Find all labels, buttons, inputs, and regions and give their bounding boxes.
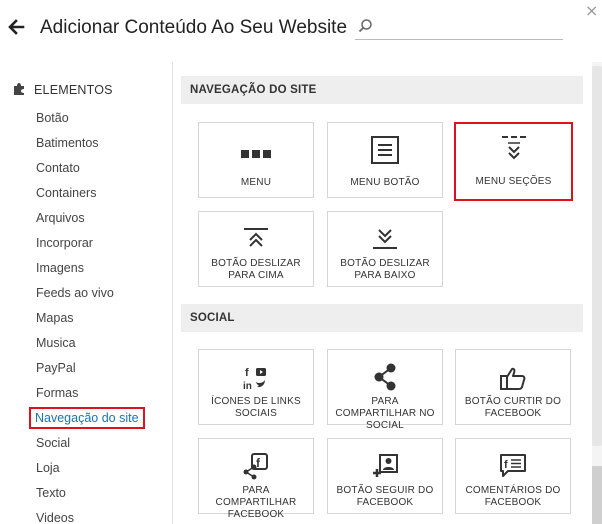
menu-dots-icon [199, 139, 313, 169]
sidebar-item-label: Batimentos [36, 136, 99, 150]
svg-text:f: f [245, 367, 249, 379]
card-label: BOTÃO DESLIZAR PARA BAIXO [340, 258, 430, 281]
sidebar-item-social[interactable]: Social [36, 432, 145, 457]
sidebar-item-label: Loja [36, 461, 60, 475]
search-input[interactable] [377, 16, 561, 36]
card-label: BOTÃO SEGUIR DO FACEBOOK [336, 485, 434, 508]
sidebar-item-loja[interactable]: Loja [36, 457, 145, 482]
sidebar-item-musica[interactable]: Musica [36, 332, 145, 357]
card-label: BOTÃO DESLIZAR PARA CIMA [211, 258, 301, 281]
sidebar-item-label: Containers [36, 186, 97, 200]
sidebar-header: ELEMENTOS [12, 82, 113, 98]
card-label: PARA COMPARTILHAR NO SOCIAL [335, 396, 435, 431]
share-icon [328, 362, 442, 392]
svg-text:f: f [504, 459, 508, 471]
card-label: PARA COMPARTILHAR FACEBOOK [215, 485, 297, 520]
card-menu-button[interactable]: MENU BOTÃO [327, 122, 443, 198]
scrollbar-thumb[interactable] [592, 66, 602, 446]
sidebar-item-containers[interactable]: Containers [36, 182, 145, 207]
card-scroll-up[interactable]: BOTÃO DESLIZAR PARA CIMA [198, 211, 314, 287]
sidebar-item-label: Formas [36, 386, 79, 400]
sidebar-item-mapas[interactable]: Mapas [36, 307, 145, 332]
card-label: BOTÃO CURTIR DO FACEBOOK [464, 396, 562, 419]
sidebar-item-botao[interactable]: Botão [36, 107, 145, 132]
svg-text:f: f [256, 456, 261, 470]
sidebar-item-label: Incorporar [36, 236, 93, 250]
card-label: MENU BOTÃO [350, 177, 420, 188]
sidebar-item-navegacao[interactable]: Navegação do site [29, 407, 145, 432]
scroll-down-icon [328, 224, 442, 254]
card-share-social[interactable]: PARA COMPARTILHAR NO SOCIAL [327, 349, 443, 431]
sidebar-item-label: Navegação do site [29, 407, 145, 429]
card-label: MENU [240, 177, 272, 188]
card-facebook-comments[interactable]: f COMENTÁRIOS DO FACEBOOK [455, 438, 571, 514]
sidebar-item-label: PayPal [36, 361, 76, 375]
section-title-social: SOCIAL [181, 304, 583, 332]
sidebar-item-paypal[interactable]: PayPal [36, 357, 145, 382]
card-facebook-follow[interactable]: BOTÃO SEGUIR DO FACEBOOK [327, 438, 443, 514]
thumbs-up-icon [456, 364, 570, 394]
facebook-share-icon: f [199, 451, 313, 481]
search-icon [358, 19, 372, 33]
sidebar-item-label: Social [36, 436, 71, 450]
sidebar-item-videos[interactable]: Videos [36, 507, 145, 524]
scroll-up-icon [199, 224, 313, 254]
card-label: COMENTÁRIOS DO FACEBOOK [465, 485, 561, 508]
section-title-nav: NAVEGAÇÃO DO SITE [181, 76, 583, 104]
sidebar-item-label: Videos [36, 511, 74, 524]
sidebar-item-incorporar[interactable]: Incorporar [36, 232, 145, 257]
sidebar-list: Botão Batimentos Contato Containers Arqu… [29, 107, 145, 524]
page-title: Adicionar Conteúdo Ao Seu Website [40, 17, 348, 38]
sidebar-item-texto[interactable]: Texto [36, 482, 145, 507]
sidebar-item-label: Contato [36, 161, 80, 175]
search-box[interactable] [355, 14, 563, 40]
sidebar-header-label: ELEMENTOS [34, 83, 113, 97]
card-label: MENU SEÇÕES [475, 176, 552, 187]
puzzle-icon [14, 83, 24, 95]
header: Adicionar Conteúdo Ao Seu Website × [0, 0, 602, 62]
sidebar-item-label: Musica [36, 336, 76, 350]
facebook-comments-icon: f [456, 451, 570, 481]
card-scroll-down[interactable]: BOTÃO DESLIZAR PARA BAIXO [327, 211, 443, 287]
sidebar-item-arquivos[interactable]: Arquivos [36, 207, 145, 232]
sidebar-item-label: Botão [36, 111, 69, 125]
close-icon[interactable]: × [585, 3, 599, 19]
card-menu[interactable]: MENU [198, 122, 314, 198]
back-arrow-icon[interactable] [6, 17, 26, 37]
sidebar-item-contato[interactable]: Contato [36, 157, 145, 182]
sidebar-item-label: Feeds ao vivo [36, 286, 114, 300]
sidebar: ELEMENTOS Botão Batimentos Contato Conta… [0, 62, 172, 524]
sidebar-item-feeds[interactable]: Feeds ao vivo [36, 282, 145, 307]
sidebar-item-imagens[interactable]: Imagens [36, 257, 145, 282]
facebook-follow-icon [328, 451, 442, 481]
sidebar-item-batimentos[interactable]: Batimentos [36, 132, 145, 157]
scrollbar-lower[interactable] [592, 466, 602, 524]
sidebar-item-label: Texto [36, 486, 66, 500]
sidebar-item-label: Arquivos [36, 211, 85, 225]
sidebar-item-label: Imagens [36, 261, 84, 275]
sidebar-item-label: Mapas [36, 311, 74, 325]
card-menu-sections[interactable]: MENU SEÇÕES [454, 122, 573, 201]
card-social-links[interactable]: f in ÍCONES DE LINKS SOCIAIS [198, 349, 314, 425]
social-links-icon: f in [199, 364, 313, 394]
content-panel: NAVEGAÇÃO DO SITE MENU MENU BOTÃO MENU S… [172, 62, 592, 524]
card-facebook-like[interactable]: BOTÃO CURTIR DO FACEBOOK [455, 349, 571, 425]
card-label: ÍCONES DE LINKS SOCIAIS [211, 396, 301, 419]
menu-sections-icon [456, 133, 571, 163]
card-facebook-share[interactable]: f PARA COMPARTILHAR FACEBOOK [198, 438, 314, 520]
menu-button-icon [328, 135, 442, 165]
svg-text:in: in [243, 381, 252, 392]
sidebar-item-formas[interactable]: Formas [36, 382, 145, 407]
